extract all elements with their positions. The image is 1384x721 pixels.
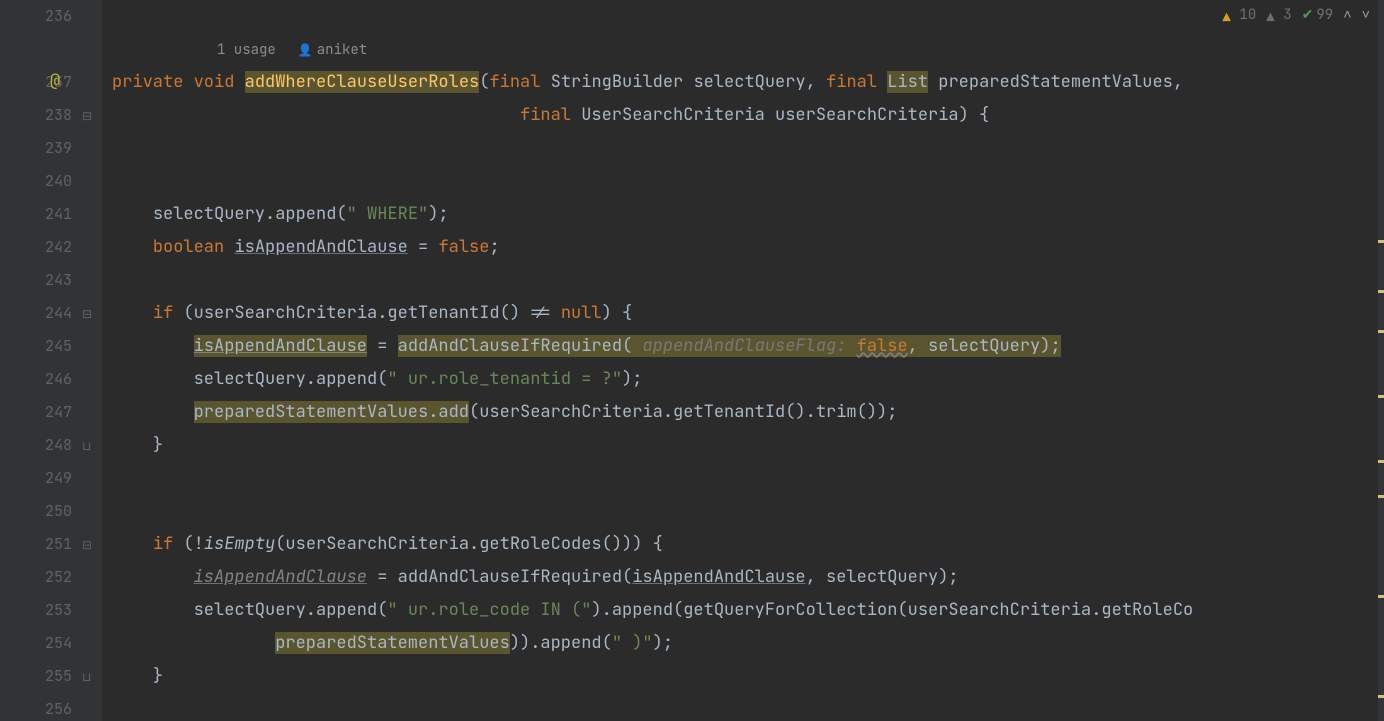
code-line[interactable]: if (userSearchCriteria.getTenantId() != … — [112, 297, 1384, 330]
fold-end-icon[interactable]: ⊔ — [82, 669, 91, 685]
code-line[interactable]: } — [112, 660, 1384, 693]
line-number[interactable]: 251 — [0, 528, 80, 561]
code-line[interactable]: } — [112, 429, 1384, 462]
gutter-icons: @ ⊟ ⊟ ⊔ ⊟ ⊔ — [80, 0, 102, 721]
stripe-marker[interactable] — [1378, 395, 1384, 398]
line-number[interactable]: 238 — [0, 99, 80, 132]
code-line[interactable]: boolean isAppendAndClause = false; — [112, 231, 1384, 264]
warning-triangle-gray-icon: ▲ — [1266, 9, 1280, 21]
person-icon: 👤 — [298, 42, 313, 58]
code-line[interactable]: selectQuery.append(" ur.role_tenantid = … — [112, 363, 1384, 396]
check-icon: ✔ — [1302, 6, 1314, 24]
code-line[interactable]: selectQuery.append(" WHERE"); — [112, 198, 1384, 231]
line-number-gutter: 236 237 238 239 240 241 242 243 244 245 … — [0, 0, 80, 721]
override-annotation-icon[interactable]: @ — [50, 70, 60, 92]
line-number[interactable]: 255 — [0, 660, 80, 693]
line-number[interactable]: 253 — [0, 594, 80, 627]
line-number[interactable]: 244 — [0, 297, 80, 330]
warning-triangle-icon: ▲ — [1222, 9, 1236, 21]
code-line[interactable]: isAppendAndClause = addAndClauseIfRequir… — [112, 561, 1384, 594]
inspection-ok[interactable]: ✔ 99 — [1302, 6, 1334, 24]
line-number[interactable]: 240 — [0, 165, 80, 198]
fold-handle-icon[interactable]: ⊟ — [82, 306, 92, 322]
stripe-marker[interactable] — [1378, 460, 1384, 463]
stripe-marker[interactable] — [1378, 240, 1384, 243]
code-line[interactable]: selectQuery.append(" ur.role_code IN (")… — [112, 594, 1384, 627]
usages-lens[interactable]: 1 usage — [217, 41, 276, 59]
inspections-widget[interactable]: ▲ 10 ▲ 3 ✔ 99 ˄ ˅ — [1222, 6, 1370, 24]
stripe-marker[interactable] — [1378, 330, 1384, 333]
stripe-marker[interactable] — [1378, 695, 1384, 698]
line-number[interactable]: 242 — [0, 231, 80, 264]
line-number[interactable]: 239 — [0, 132, 80, 165]
code-line[interactable]: if (!isEmpty(userSearchCriteria.getRoleC… — [112, 528, 1384, 561]
code-line[interactable]: preparedStatementValues)).append(" )"); — [112, 627, 1384, 660]
line-number[interactable]: 243 — [0, 264, 80, 297]
code-line[interactable]: preparedStatementValues.add(userSearchCr… — [112, 396, 1384, 429]
code-area[interactable]: 1 usage 👤aniket private void addWhereCla… — [102, 0, 1384, 721]
inspection-prev-icon[interactable]: ˄ — [1343, 6, 1351, 24]
stripe-marker[interactable] — [1378, 595, 1384, 598]
code-line[interactable]: final UserSearchCriteria userSearchCrite… — [112, 99, 1384, 132]
line-number[interactable]: 246 — [0, 363, 80, 396]
line-number[interactable]: 249 — [0, 462, 80, 495]
inspection-warnings-yellow[interactable]: ▲ 10 — [1222, 6, 1256, 24]
inspection-next-icon[interactable]: ˅ — [1362, 6, 1370, 24]
fold-end-icon[interactable]: ⊔ — [82, 438, 91, 454]
inspection-warnings-gray[interactable]: ▲ 3 — [1266, 6, 1291, 24]
line-number[interactable]: 254 — [0, 627, 80, 660]
line-number[interactable]: 252 — [0, 561, 80, 594]
code-lens[interactable]: 1 usage 👤aniket — [217, 41, 367, 59]
stripe-marker[interactable] — [1378, 495, 1384, 498]
code-line[interactable]: isAppendAndClause = addAndClauseIfRequir… — [112, 330, 1384, 363]
error-stripe[interactable] — [1378, 0, 1384, 721]
line-number[interactable]: 250 — [0, 495, 80, 528]
line-number[interactable]: 241 — [0, 198, 80, 231]
line-number[interactable]: 247 — [0, 396, 80, 429]
line-number[interactable]: 256 — [0, 693, 80, 721]
line-number[interactable]: 236 — [0, 0, 80, 33]
fold-handle-icon[interactable]: ⊟ — [82, 537, 92, 553]
line-number[interactable]: 248 — [0, 429, 80, 462]
author-lens[interactable]: 👤aniket — [298, 41, 367, 59]
code-editor[interactable]: 236 237 238 239 240 241 242 243 244 245 … — [0, 0, 1384, 721]
code-line[interactable]: private void addWhereClauseUserRoles(fin… — [112, 66, 1384, 99]
line-number[interactable]: 245 — [0, 330, 80, 363]
stripe-marker[interactable] — [1378, 290, 1384, 293]
fold-handle-icon[interactable]: ⊟ — [82, 108, 92, 124]
line-number[interactable]: 237 — [0, 66, 80, 99]
